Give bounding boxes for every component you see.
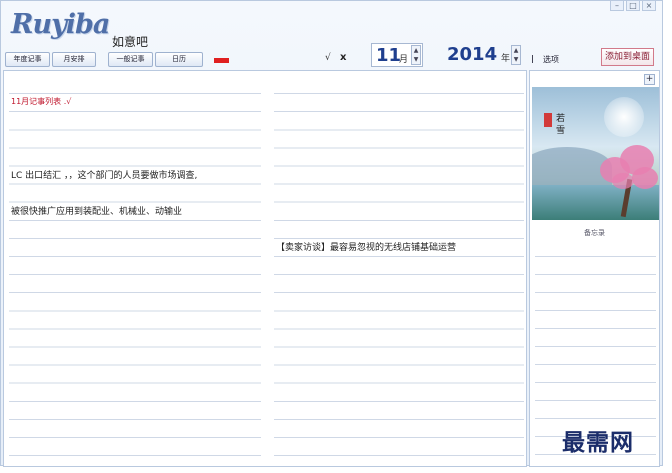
tab-monthly-plan[interactable]: 月安排 — [52, 52, 96, 67]
tab-calendar[interactable]: 日历 — [155, 52, 203, 67]
month-down-icon[interactable]: ▼ — [412, 55, 420, 64]
picture-calligraphy: 雪 — [556, 126, 566, 136]
app-logo: Ruyiba — [11, 9, 110, 40]
month-up-icon[interactable]: ▲ — [412, 46, 420, 55]
window-controls: – □ × — [610, 1, 656, 11]
maximize-button[interactable]: □ — [626, 1, 640, 11]
year-unit: 年 — [501, 54, 511, 64]
toolbar-divider — [532, 55, 533, 63]
options-link[interactable]: 选项 — [543, 54, 559, 65]
minimize-button[interactable]: – — [610, 1, 624, 11]
month-notes-heading: 11月记事列表 .√ — [11, 97, 72, 106]
memo-label: 备忘录 — [584, 229, 605, 237]
add-to-desktop-button[interactable]: 添加到桌面 — [601, 48, 654, 66]
landscape-picture: 若 雪 — [532, 87, 659, 220]
app-name: 如意吧 — [112, 35, 149, 49]
month-value: 11 — [376, 45, 402, 66]
notes-column-right[interactable] — [274, 76, 524, 464]
confirm-button[interactable]: √ — [325, 53, 331, 63]
tab-annual-notes[interactable]: 年度记事 — [5, 52, 50, 67]
year-value[interactable]: 2014 — [447, 44, 497, 65]
year-down-icon[interactable]: ▼ — [512, 55, 520, 64]
note-entry: 【卖家访谈】最容易忽视的无线店铺基础运营 — [276, 243, 457, 253]
year-stepper[interactable]: ▲ ▼ — [511, 45, 521, 65]
note-entry: LC 出口结汇 ，，这个部门的人员要做市场调查, — [11, 171, 198, 181]
clear-button[interactable]: x — [340, 52, 346, 63]
view-tabs: 年度记事 月安排 一般记事 日历 — [5, 52, 203, 67]
tab-general-notes[interactable]: 一般记事 — [108, 52, 153, 67]
month-unit: 月 — [399, 55, 409, 65]
month-stepper[interactable]: ▲ ▼ — [411, 45, 421, 65]
add-icon[interactable]: + — [644, 74, 655, 85]
app-window: – □ × Ruyiba 如意吧 年度记事 月安排 一般记事 日历 √ x 11… — [0, 0, 663, 467]
site-watermark: 最需网 — [562, 429, 634, 456]
color-marker-button[interactable] — [214, 58, 229, 63]
year-up-icon[interactable]: ▲ — [512, 46, 520, 55]
close-window-button[interactable]: × — [642, 1, 656, 11]
notes-column-left[interactable] — [9, 76, 261, 464]
notes-page[interactable]: 11月记事列表 .√ LC 出口结汇 ，，这个部门的人员要做市场调查, 被很快推… — [3, 70, 527, 467]
note-entry: 被很快推广应用到装配业、机械业、动输业 — [11, 207, 183, 217]
sidebar-panel: + 若 雪 备忘录 — [529, 70, 660, 467]
